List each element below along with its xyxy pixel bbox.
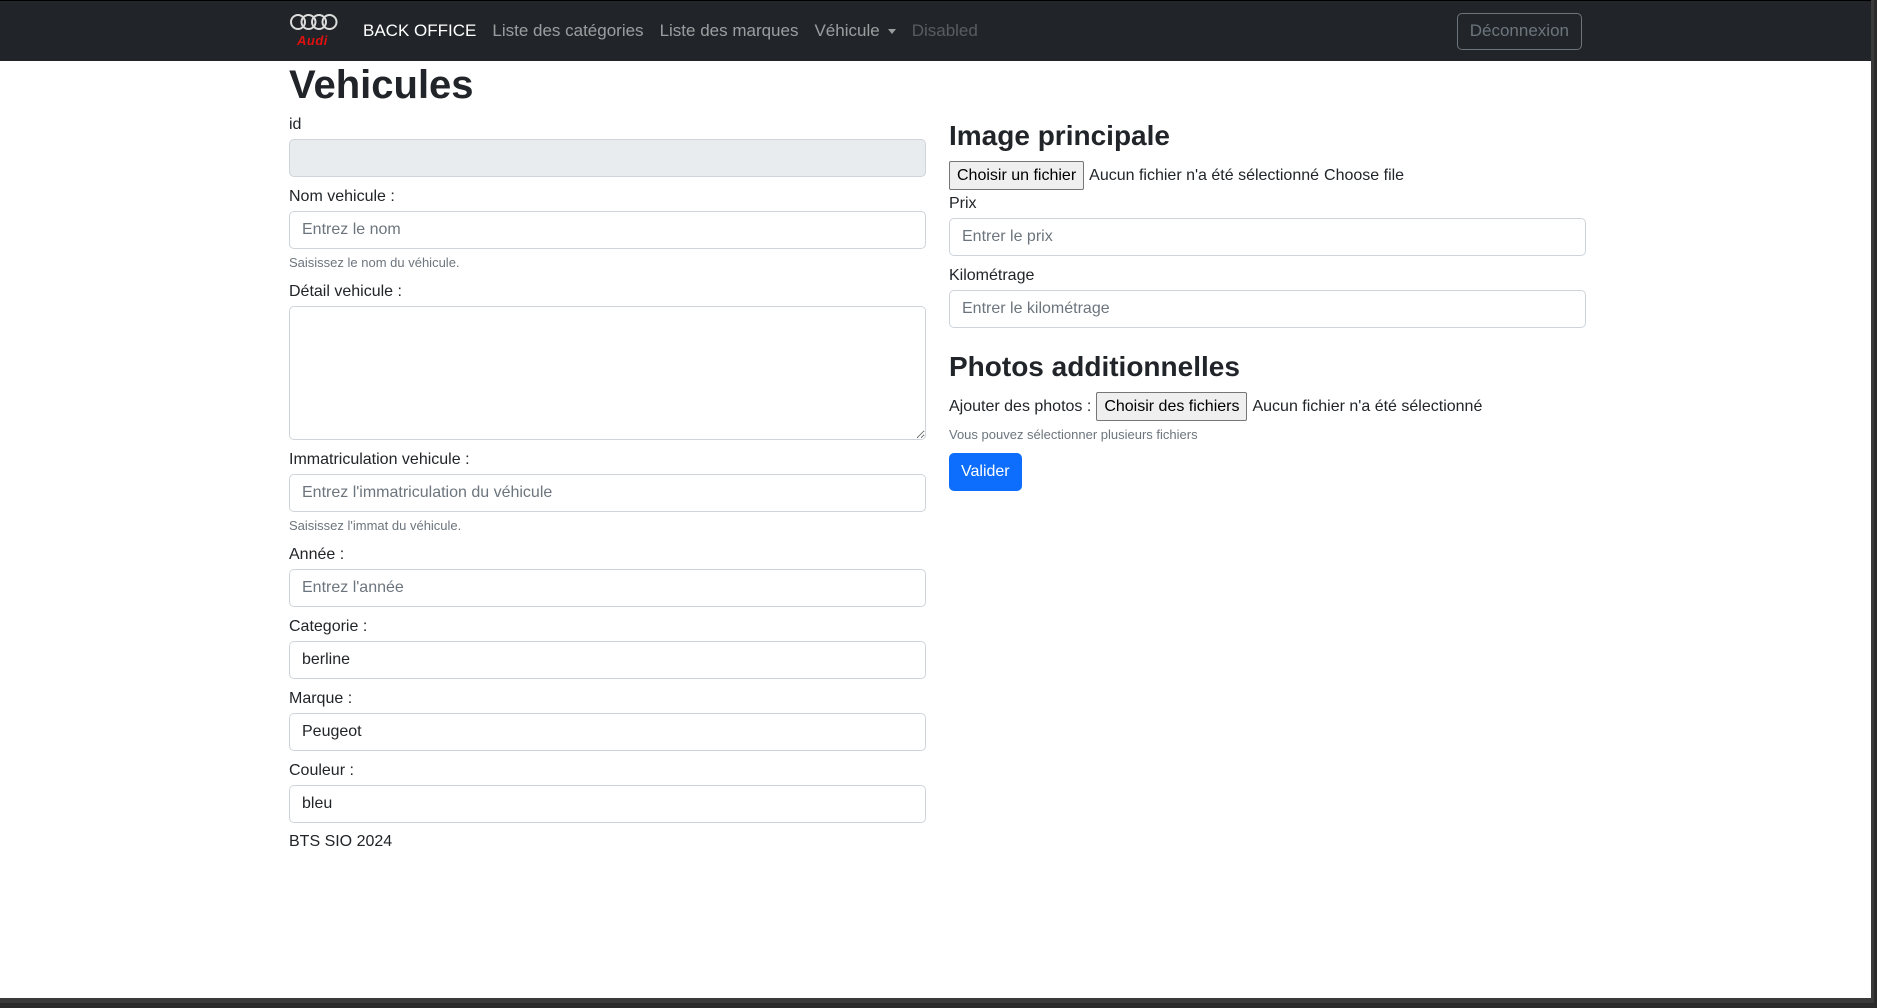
main-image-heading: Image principale [949,120,1170,151]
caret-down-icon [887,28,896,34]
nav-dropdown-label: Véhicule [814,21,880,40]
photos-help: Vous pouvez sélectionner plusieurs fichi… [949,427,1198,442]
id-field[interactable] [289,139,926,177]
category-select[interactable]: berline [289,641,926,679]
audi-logo-icon[interactable]: Audi [289,13,339,49]
vehicle-form-right: Image principale Choisir un fichier Aucu… [949,115,1586,491]
choose-files-button[interactable]: Choisir des fichiers [1096,392,1248,421]
price-label: Prix [949,195,977,212]
plate-help: Saisissez l'immat du véhicule. [289,518,462,533]
year-label: Année : [289,546,345,563]
footer-text: BTS SIO 2024 [289,833,393,850]
mileage-label: Kilométrage [949,267,1035,284]
nav-link-disabled: Disabled [911,21,978,40]
file-suffix: Choose file [1324,166,1405,184]
nav-link-categories[interactable]: Liste des catégories [492,21,643,41]
mileage-input[interactable] [949,290,1586,328]
name-label: Nom vehicule : [289,188,395,205]
year-input[interactable] [289,569,926,607]
photos-label: Ajouter des photos : [949,397,1092,415]
vehicle-form-left: id Nom vehicule : Saisissez le nom du vé… [289,115,926,851]
nav-dropdown-vehicle[interactable]: Véhicule [814,21,896,41]
name-input[interactable] [289,211,926,249]
color-select[interactable]: bleu [289,785,926,823]
additional-photos-heading: Photos additionnelles [949,351,1240,382]
category-label: Categorie : [289,618,368,635]
logo-text: Audi [297,33,328,48]
photos-status: Aucun fichier n'a été sélectionné [1252,397,1483,415]
brand-label: Marque : [289,690,353,707]
file-status: Aucun fichier n'a été sélectionné [1089,166,1320,184]
page-title: Vehicules [289,63,474,107]
detail-textarea[interactable] [289,306,926,440]
plate-input[interactable] [289,474,926,512]
browser-viewport: Audi BACK OFFICE Liste des catégories Li… [0,0,1874,1003]
submit-button[interactable]: Valider [949,453,1022,491]
navbar: Audi BACK OFFICE Liste des catégories Li… [0,0,1871,61]
photos-file-input: Ajouter des photos : Choisir des fichier… [949,392,1586,449]
brand-link[interactable]: BACK OFFICE [363,21,476,41]
brand-select[interactable]: Peugeot [289,713,926,751]
price-input[interactable] [949,218,1586,256]
choose-file-button[interactable]: Choisir un fichier [949,161,1085,190]
logout-button[interactable]: Déconnexion [1456,12,1582,50]
plate-label: Immatriculation vehicule : [289,451,470,468]
main-image-file-input: Choisir un fichier Aucun fichier n'a été… [949,161,1586,190]
nav-link-brands[interactable]: Liste des marques [660,21,799,41]
detail-label: Détail vehicule : [289,283,402,300]
name-help: Saisissez le nom du véhicule. [289,255,460,270]
color-label: Couleur : [289,762,354,779]
id-label: id [289,116,302,133]
